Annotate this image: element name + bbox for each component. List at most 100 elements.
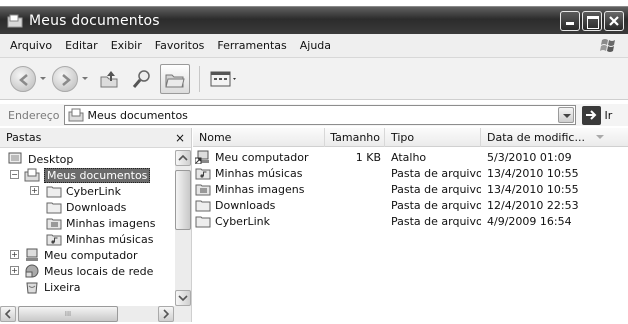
- tree-item-meus-documentos[interactable]: Meus documentos: [24, 167, 151, 183]
- music-folder-icon: [46, 232, 62, 246]
- folders-icon: [165, 74, 185, 87]
- file-list-header: Nome Tamanho Tipo Data de modific...: [193, 128, 628, 147]
- pictures-folder-icon: [195, 182, 211, 196]
- tree-label: Meus locais de rede: [44, 264, 154, 278]
- scroll-thumb[interactable]: [175, 170, 191, 230]
- file-row[interactable]: Minhas músicas Pasta de arquivos 13/4/20…: [193, 165, 628, 181]
- tree-item-cyberlink[interactable]: CyberLink: [46, 183, 121, 199]
- chevron-up-icon: [178, 154, 188, 161]
- forward-icon: [62, 73, 71, 86]
- column-header-nome[interactable]: Nome: [193, 128, 325, 147]
- desktop-icon: [8, 152, 24, 166]
- file-type: Atalho: [391, 150, 427, 164]
- tree-label: Downloads: [66, 200, 127, 214]
- menu-exibir[interactable]: Exibir: [111, 39, 142, 52]
- folder-icon: [46, 184, 62, 198]
- my-documents-icon: [24, 168, 40, 182]
- file-date: 5/3/2010 01:09: [487, 150, 572, 164]
- column-header-data[interactable]: Data de modific...: [481, 128, 628, 147]
- shortcut-computer-icon: [194, 150, 211, 164]
- scroll-right-button[interactable]: [158, 306, 174, 322]
- back-button[interactable]: [10, 65, 36, 92]
- scroll-down-button[interactable]: [175, 290, 191, 306]
- collapse-meus-documentos[interactable]: −: [10, 170, 19, 179]
- tree-item-lixeira[interactable]: Lixeira: [24, 279, 80, 295]
- file-name: Downloads: [215, 198, 276, 212]
- maximize-button[interactable]: [582, 11, 602, 31]
- tree-label: Lixeira: [44, 280, 81, 294]
- back-dropdown-icon[interactable]: [40, 77, 46, 80]
- computer-icon: [24, 248, 40, 262]
- folders-header: Pastas ×: [0, 128, 191, 148]
- close-button[interactable]: [604, 11, 624, 31]
- go-button[interactable]: [581, 105, 601, 125]
- tree-label: Desktop: [28, 152, 74, 166]
- file-row[interactable]: CyberLink Pasta de arquivos 4/9/2009 16:…: [193, 213, 628, 229]
- column-header-data-label: Data de modific...: [487, 131, 585, 144]
- views-icon: [210, 71, 236, 86]
- column-header-tamanho[interactable]: Tamanho: [325, 128, 385, 147]
- menu-ferramentas[interactable]: Ferramentas: [217, 39, 286, 52]
- back-icon: [19, 73, 28, 86]
- tree-item-minhas-imagens[interactable]: Minhas imagens: [46, 215, 155, 231]
- address-label: Endereço: [8, 108, 60, 122]
- search-button[interactable]: [127, 64, 157, 94]
- file-row[interactable]: Meu computador 1 KB Atalho 5/3/2010 01:0…: [193, 149, 628, 165]
- tree-item-minhas-musicas[interactable]: Minhas músicas: [46, 231, 153, 247]
- title-bar[interactable]: Meus documentos: [0, 6, 628, 34]
- tree-label: Minhas músicas: [66, 232, 154, 246]
- tree-item-desktop[interactable]: Desktop: [8, 151, 73, 167]
- toolbar: [0, 58, 628, 100]
- file-row[interactable]: Downloads Pasta de arquivos 12/4/2010 22…: [193, 197, 628, 213]
- expand-meus-locais-de-rede[interactable]: +: [10, 266, 19, 275]
- music-folder-icon: [195, 166, 211, 180]
- file-name: Minhas músicas: [215, 166, 303, 180]
- folders-close-button[interactable]: ×: [175, 131, 185, 145]
- file-type: Pasta de arquivos: [391, 198, 481, 212]
- forward-button[interactable]: [52, 65, 78, 92]
- views-button[interactable]: [206, 64, 242, 94]
- folders-horizontal-scrollbar[interactable]: III: [0, 306, 191, 322]
- file-list: Nome Tamanho Tipo Data de modific... Meu…: [193, 128, 628, 322]
- forward-dropdown-icon[interactable]: [82, 77, 88, 80]
- tree-label: Meu computador: [44, 248, 138, 262]
- folders-title: Pastas: [6, 131, 42, 144]
- address-input[interactable]: Meus documentos: [63, 105, 576, 125]
- minimize-button[interactable]: [560, 11, 580, 31]
- up-folder-button[interactable]: [94, 64, 124, 94]
- sort-arrow-icon: [596, 135, 604, 139]
- file-size: 1 KB: [355, 150, 381, 164]
- scroll-up-button[interactable]: [175, 150, 191, 166]
- up-folder-icon: [100, 70, 118, 87]
- network-icon: [24, 264, 40, 278]
- menu-arquivo[interactable]: Arquivo: [10, 39, 52, 52]
- folder-window-icon: [7, 14, 23, 28]
- file-row[interactable]: Minhas imagens Pasta de arquivos 13/4/20…: [193, 181, 628, 197]
- tree-item-meu-computador[interactable]: Meu computador: [24, 247, 137, 263]
- expand-meu-computador[interactable]: +: [10, 250, 19, 259]
- menu-ajuda[interactable]: Ajuda: [300, 39, 331, 52]
- folder-icon: [195, 198, 211, 212]
- tree-label: CyberLink: [66, 184, 121, 198]
- folders-vertical-scrollbar[interactable]: [175, 150, 191, 306]
- folders-pane: Pastas × Desktop − Meus documentos + Cyb…: [0, 128, 192, 322]
- folders-button[interactable]: [160, 63, 190, 94]
- windows-logo-icon: [599, 37, 619, 55]
- menu-bar: Arquivo Editar Exibir Favoritos Ferramen…: [0, 34, 628, 58]
- file-type: Pasta de arquivos: [391, 214, 481, 228]
- my-documents-icon: [68, 108, 84, 122]
- go-label[interactable]: Ir: [605, 109, 613, 122]
- go-arrow-icon: [585, 109, 596, 120]
- menu-editar[interactable]: Editar: [65, 39, 98, 52]
- tree-item-downloads[interactable]: Downloads: [46, 199, 126, 215]
- expand-cyberlink[interactable]: +: [30, 186, 39, 195]
- address-dropdown-icon[interactable]: [557, 107, 574, 123]
- folder-icon: [46, 200, 62, 214]
- scroll-left-button[interactable]: [0, 306, 16, 322]
- column-header-tipo[interactable]: Tipo: [385, 128, 481, 147]
- file-name: Minhas imagens: [215, 182, 305, 196]
- chevron-left-icon: [4, 309, 11, 319]
- menu-favoritos[interactable]: Favoritos: [155, 39, 205, 52]
- tree-item-meus-locais-de-rede[interactable]: Meus locais de rede: [24, 263, 153, 279]
- horizontal-scroll-thumb[interactable]: III: [18, 306, 118, 322]
